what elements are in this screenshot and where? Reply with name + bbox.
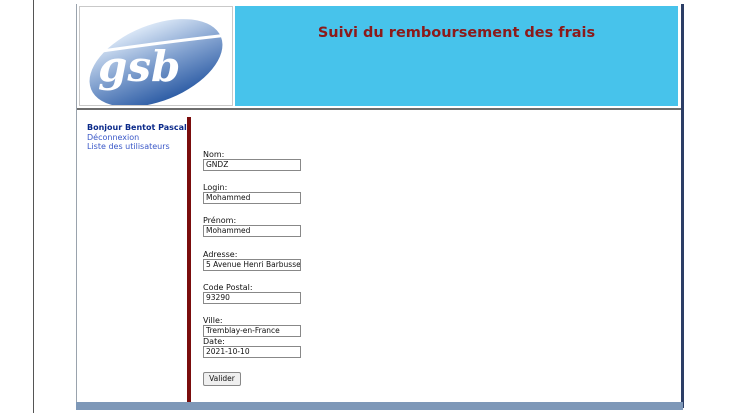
nom-label: Nom: xyxy=(203,150,225,159)
prenom-field-group: Prénom: Mohammed xyxy=(203,216,301,237)
nom-field-group: Nom: GNDZ xyxy=(203,150,301,171)
page-title: Suivi du remboursement des frais xyxy=(317,25,596,41)
sidebar-divider xyxy=(187,117,191,407)
nom-input[interactable]: GNDZ xyxy=(203,159,301,171)
user-greeting: Bonjour Bentot Pascal xyxy=(87,123,187,132)
adresse-field-group: Adresse: 5 Avenue Henri Barbusse xyxy=(203,250,301,271)
date-label: Date: xyxy=(203,337,225,346)
users-list-link[interactable]: Liste des utilisateurs xyxy=(87,142,197,152)
submit-button[interactable]: Valider xyxy=(203,372,241,386)
logout-link[interactable]: Déconnexion xyxy=(87,133,197,143)
prenom-input[interactable]: Mohammed xyxy=(203,225,301,237)
ville-label: Ville: xyxy=(203,316,223,325)
logo: gsb xyxy=(79,6,233,107)
cp-field-group: Code Postal: 93290 xyxy=(203,283,301,304)
login-input[interactable]: Mohammed xyxy=(203,192,301,204)
ville-input[interactable]: Tremblay-en-France xyxy=(203,325,301,337)
date-field-group: Date: 2021-10-10 xyxy=(203,337,301,358)
adresse-label: Adresse: xyxy=(203,250,238,259)
page-header: gsb Suivi du remboursement des frais xyxy=(77,4,681,110)
ville-field-group: Ville: Tremblay-en-France xyxy=(203,316,301,337)
sidebar-menu: Bonjour Bentot Pascal Déconnexion Liste … xyxy=(87,123,197,152)
adresse-input[interactable]: 5 Avenue Henri Barbusse xyxy=(203,259,301,271)
logo-text: gsb xyxy=(98,42,180,91)
prenom-label: Prénom: xyxy=(203,216,237,225)
cp-label: Code Postal: xyxy=(203,283,253,292)
date-input[interactable]: 2021-10-10 xyxy=(203,346,301,358)
login-field-group: Login: Mohammed xyxy=(203,183,301,204)
page-left-rule xyxy=(33,0,34,413)
app-frame: gsb Suivi du remboursement des frais Bon… xyxy=(76,4,684,408)
gsb-logo-icon: gsb xyxy=(87,19,229,107)
login-label: Login: xyxy=(203,183,228,192)
title-banner: Suivi du remboursement des frais xyxy=(235,6,678,106)
cp-input[interactable]: 93290 xyxy=(203,292,301,304)
frame-bottom-bar xyxy=(76,402,683,410)
